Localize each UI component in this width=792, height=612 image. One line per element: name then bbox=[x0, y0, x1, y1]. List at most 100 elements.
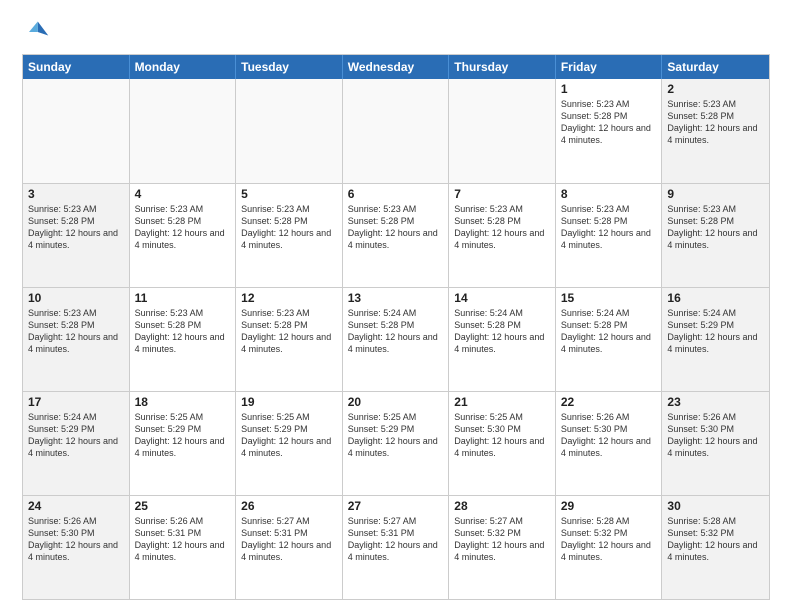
cal-cell: 29 Sunrise: 5:28 AM Sunset: 5:32 PM Dayli… bbox=[556, 496, 663, 599]
cal-cell: 28Sunrise: 5:27 AM Sunset: 5:32 PM Dayli… bbox=[449, 496, 556, 599]
cell-info: Sunrise: 5:24 AM Sunset: 5:28 PM Dayligh… bbox=[348, 307, 444, 356]
day-number: 23 bbox=[667, 395, 764, 409]
day-number: 18 bbox=[135, 395, 231, 409]
day-number: 1 bbox=[561, 82, 657, 96]
cal-cell: 4 Sunrise: 5:23 AM Sunset: 5:28 PM Daylig… bbox=[130, 184, 237, 287]
cell-info: Sunrise: 5:26 AM Sunset: 5:30 PM Dayligh… bbox=[561, 411, 657, 460]
day-number: 4 bbox=[135, 187, 231, 201]
week-row-2: 10 Sunrise: 5:23 AM Sunset: 5:28 PM Dayli… bbox=[23, 287, 769, 391]
cal-cell: 24Sunrise: 5:26 AM Sunset: 5:30 PM Dayli… bbox=[23, 496, 130, 599]
cal-cell: 10 Sunrise: 5:23 AM Sunset: 5:28 PM Dayli… bbox=[23, 288, 130, 391]
logo bbox=[22, 18, 54, 46]
cell-info: Sunrise: 5:23 AM Sunset: 5:28 PM Dayligh… bbox=[28, 203, 124, 252]
cal-cell: 11 Sunrise: 5:23 AM Sunset: 5:28 PM Dayli… bbox=[130, 288, 237, 391]
cell-info: Sunrise: 5:23 AM Sunset: 5:28 PM Dayligh… bbox=[135, 307, 231, 356]
day-number: 24 bbox=[28, 499, 124, 513]
cell-info: Sunrise: 5:24 AM Sunset: 5:28 PM Dayligh… bbox=[561, 307, 657, 356]
cal-cell: 23 Sunrise: 5:26 AM Sunset: 5:30 PM Dayli… bbox=[662, 392, 769, 495]
cal-cell: 15 Sunrise: 5:24 AM Sunset: 5:28 PM Dayli… bbox=[556, 288, 663, 391]
week-row-3: 17Sunrise: 5:24 AM Sunset: 5:29 PM Dayli… bbox=[23, 391, 769, 495]
day-number: 22 bbox=[561, 395, 657, 409]
cell-info: Sunrise: 5:26 AM Sunset: 5:30 PM Dayligh… bbox=[667, 411, 764, 460]
calendar-header: SundayMondayTuesdayWednesdayThursdayFrid… bbox=[23, 55, 769, 79]
header-day-saturday: Saturday bbox=[662, 55, 769, 79]
cal-cell: 5 Sunrise: 5:23 AM Sunset: 5:28 PM Daylig… bbox=[236, 184, 343, 287]
cell-info: Sunrise: 5:25 AM Sunset: 5:29 PM Dayligh… bbox=[348, 411, 444, 460]
cell-info: Sunrise: 5:23 AM Sunset: 5:28 PM Dayligh… bbox=[241, 307, 337, 356]
cell-info: Sunrise: 5:23 AM Sunset: 5:28 PM Dayligh… bbox=[348, 203, 444, 252]
cal-cell: 22 Sunrise: 5:26 AM Sunset: 5:30 PM Dayli… bbox=[556, 392, 663, 495]
cell-info: Sunrise: 5:23 AM Sunset: 5:28 PM Dayligh… bbox=[561, 203, 657, 252]
cell-info: Sunrise: 5:24 AM Sunset: 5:29 PM Dayligh… bbox=[667, 307, 764, 356]
day-number: 10 bbox=[28, 291, 124, 305]
cell-info: Sunrise: 5:23 AM Sunset: 5:28 PM Dayligh… bbox=[561, 98, 657, 147]
day-number: 2 bbox=[667, 82, 764, 96]
cell-info: Sunrise: 5:27 AM Sunset: 5:32 PM Dayligh… bbox=[454, 515, 550, 564]
calendar-body: 1 Sunrise: 5:23 AM Sunset: 5:28 PM Daylig… bbox=[23, 79, 769, 599]
logo-icon bbox=[22, 18, 50, 46]
cell-info: Sunrise: 5:26 AM Sunset: 5:31 PM Dayligh… bbox=[135, 515, 231, 564]
day-number: 25 bbox=[135, 499, 231, 513]
cal-cell: 8 Sunrise: 5:23 AM Sunset: 5:28 PM Daylig… bbox=[556, 184, 663, 287]
day-number: 16 bbox=[667, 291, 764, 305]
day-number: 30 bbox=[667, 499, 764, 513]
cal-cell bbox=[343, 79, 450, 183]
cell-info: Sunrise: 5:23 AM Sunset: 5:28 PM Dayligh… bbox=[135, 203, 231, 252]
cal-cell: 12 Sunrise: 5:23 AM Sunset: 5:28 PM Dayli… bbox=[236, 288, 343, 391]
cal-cell: 14Sunrise: 5:24 AM Sunset: 5:28 PM Dayli… bbox=[449, 288, 556, 391]
day-number: 12 bbox=[241, 291, 337, 305]
day-number: 26 bbox=[241, 499, 337, 513]
week-row-0: 1 Sunrise: 5:23 AM Sunset: 5:28 PM Daylig… bbox=[23, 79, 769, 183]
cell-info: Sunrise: 5:23 AM Sunset: 5:28 PM Dayligh… bbox=[241, 203, 337, 252]
cell-info: Sunrise: 5:27 AM Sunset: 5:31 PM Dayligh… bbox=[348, 515, 444, 564]
cell-info: Sunrise: 5:23 AM Sunset: 5:28 PM Dayligh… bbox=[667, 203, 764, 252]
cell-info: Sunrise: 5:27 AM Sunset: 5:31 PM Dayligh… bbox=[241, 515, 337, 564]
week-row-4: 24Sunrise: 5:26 AM Sunset: 5:30 PM Dayli… bbox=[23, 495, 769, 599]
page: SundayMondayTuesdayWednesdayThursdayFrid… bbox=[0, 0, 792, 612]
cell-info: Sunrise: 5:23 AM Sunset: 5:28 PM Dayligh… bbox=[454, 203, 550, 252]
day-number: 13 bbox=[348, 291, 444, 305]
cal-cell: 26 Sunrise: 5:27 AM Sunset: 5:31 PM Dayli… bbox=[236, 496, 343, 599]
cell-info: Sunrise: 5:23 AM Sunset: 5:28 PM Dayligh… bbox=[667, 98, 764, 147]
cal-cell: 25 Sunrise: 5:26 AM Sunset: 5:31 PM Dayli… bbox=[130, 496, 237, 599]
day-number: 11 bbox=[135, 291, 231, 305]
cal-cell bbox=[449, 79, 556, 183]
cal-cell bbox=[236, 79, 343, 183]
cal-cell: 13 Sunrise: 5:24 AM Sunset: 5:28 PM Dayli… bbox=[343, 288, 450, 391]
day-number: 6 bbox=[348, 187, 444, 201]
header-day-sunday: Sunday bbox=[23, 55, 130, 79]
cal-cell: 19 Sunrise: 5:25 AM Sunset: 5:29 PM Dayli… bbox=[236, 392, 343, 495]
header-day-friday: Friday bbox=[556, 55, 663, 79]
cell-info: Sunrise: 5:25 AM Sunset: 5:29 PM Dayligh… bbox=[135, 411, 231, 460]
cal-cell bbox=[130, 79, 237, 183]
header-day-tuesday: Tuesday bbox=[236, 55, 343, 79]
cal-cell: 2 Sunrise: 5:23 AM Sunset: 5:28 PM Daylig… bbox=[662, 79, 769, 183]
header-day-wednesday: Wednesday bbox=[343, 55, 450, 79]
cal-cell: 30 Sunrise: 5:28 AM Sunset: 5:32 PM Dayli… bbox=[662, 496, 769, 599]
day-number: 5 bbox=[241, 187, 337, 201]
day-number: 15 bbox=[561, 291, 657, 305]
day-number: 3 bbox=[28, 187, 124, 201]
day-number: 20 bbox=[348, 395, 444, 409]
cell-info: Sunrise: 5:28 AM Sunset: 5:32 PM Dayligh… bbox=[561, 515, 657, 564]
cal-cell: 6 Sunrise: 5:23 AM Sunset: 5:28 PM Daylig… bbox=[343, 184, 450, 287]
cal-cell: 27 Sunrise: 5:27 AM Sunset: 5:31 PM Dayli… bbox=[343, 496, 450, 599]
day-number: 8 bbox=[561, 187, 657, 201]
cell-info: Sunrise: 5:23 AM Sunset: 5:28 PM Dayligh… bbox=[28, 307, 124, 356]
cal-cell: 21 Sunrise: 5:25 AM Sunset: 5:30 PM Dayli… bbox=[449, 392, 556, 495]
day-number: 21 bbox=[454, 395, 550, 409]
day-number: 17 bbox=[28, 395, 124, 409]
day-number: 27 bbox=[348, 499, 444, 513]
day-number: 19 bbox=[241, 395, 337, 409]
cell-info: Sunrise: 5:25 AM Sunset: 5:29 PM Dayligh… bbox=[241, 411, 337, 460]
cal-cell: 17Sunrise: 5:24 AM Sunset: 5:29 PM Dayli… bbox=[23, 392, 130, 495]
cal-cell: 9Sunrise: 5:23 AM Sunset: 5:28 PM Daylig… bbox=[662, 184, 769, 287]
week-row-1: 3 Sunrise: 5:23 AM Sunset: 5:28 PM Daylig… bbox=[23, 183, 769, 287]
cell-info: Sunrise: 5:28 AM Sunset: 5:32 PM Dayligh… bbox=[667, 515, 764, 564]
cell-info: Sunrise: 5:25 AM Sunset: 5:30 PM Dayligh… bbox=[454, 411, 550, 460]
cal-cell: 1 Sunrise: 5:23 AM Sunset: 5:28 PM Daylig… bbox=[556, 79, 663, 183]
day-number: 29 bbox=[561, 499, 657, 513]
cal-cell: 3 Sunrise: 5:23 AM Sunset: 5:28 PM Daylig… bbox=[23, 184, 130, 287]
day-number: 7 bbox=[454, 187, 550, 201]
cell-info: Sunrise: 5:24 AM Sunset: 5:28 PM Dayligh… bbox=[454, 307, 550, 356]
